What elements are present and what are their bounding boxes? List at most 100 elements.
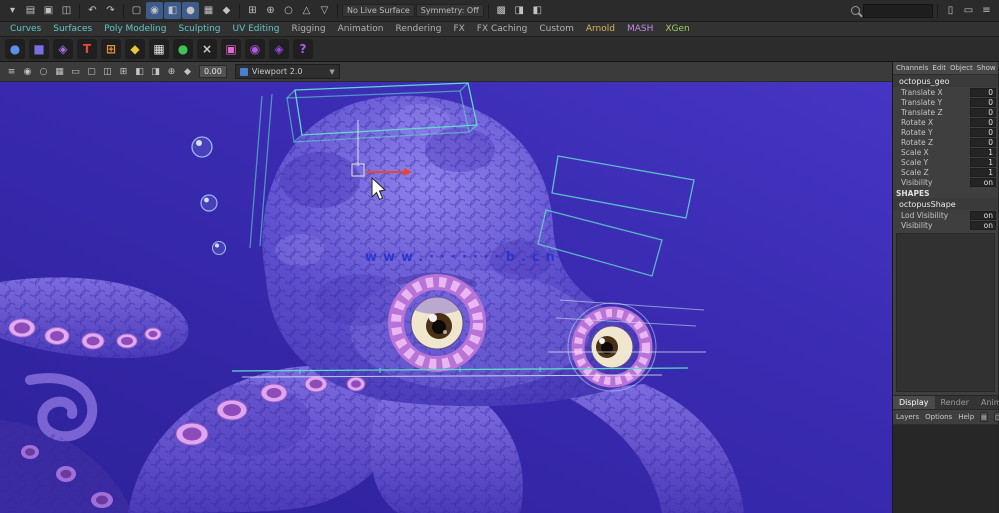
renderer-dropdown[interactable]: Viewport 2.0 ▼	[234, 64, 340, 79]
sidebar-channel-box-icon[interactable]: ≡	[978, 2, 995, 19]
search-input[interactable]	[863, 3, 933, 18]
render-settings-icon[interactable]: ◧	[529, 2, 546, 19]
shelf-tab[interactable]: XGen	[665, 24, 689, 34]
redo-icon[interactable]: ↷	[102, 2, 119, 19]
channel-box-menu-item[interactable]: Object	[950, 64, 973, 72]
safe-title-icon[interactable]: ◨	[148, 64, 163, 79]
shelf-tab[interactable]: Poly Modeling	[104, 24, 166, 34]
shelf-purple-target-icon[interactable]: ◉	[245, 39, 265, 59]
channel-value-field[interactable]: 1	[970, 147, 996, 157]
tentacle-curl[interactable]	[25, 373, 98, 442]
select-component-icon[interactable]: ◧	[164, 2, 181, 19]
shelf-diamond-icon[interactable]: ◆	[125, 39, 145, 59]
menu-set-icon[interactable]: ▾	[4, 2, 21, 19]
lighting-icon[interactable]: ⊕	[164, 64, 179, 79]
channel-value-field[interactable]: on	[970, 210, 996, 220]
channel-value-field[interactable]: 0	[970, 117, 996, 127]
select-object-icon[interactable]: ◉	[146, 2, 163, 19]
safe-action-icon[interactable]: ◧	[132, 64, 147, 79]
channel-value-field[interactable]: 0	[970, 107, 996, 117]
new-scene-icon[interactable]: ▤	[22, 2, 39, 19]
shelf-help-icon[interactable]: ?	[293, 39, 313, 59]
shelf-delete-icon[interactable]: ×	[197, 39, 217, 59]
layer-editor-tab[interactable]: Display	[893, 396, 935, 409]
render-icon[interactable]: ▩	[493, 2, 510, 19]
shelf-checker-icon[interactable]: ▦	[149, 39, 169, 59]
channel-value-field[interactable]: 0	[970, 97, 996, 107]
channel-row[interactable]: Translate Y 0	[893, 97, 998, 107]
shelf-tab[interactable]: Animation	[338, 24, 384, 34]
select-mask-lines-icon[interactable]: ▦	[200, 2, 217, 19]
channel-row[interactable]: Translate X 0	[893, 87, 998, 97]
layers-menu-item[interactable]: Layers	[896, 413, 919, 421]
save-scene-icon[interactable]: ◫	[58, 2, 75, 19]
shelf-tab[interactable]: Rendering	[395, 24, 441, 34]
channel-row[interactable]: Scale Y 1	[893, 157, 998, 167]
viewport[interactable]: ≡ ◉ ○ ▦ ▭ ▢ ◫ ⊞ ◧ ◨ ⊕ ◆ 0.00 Viewport 2.0 ▼	[0, 62, 892, 513]
channel-value-field[interactable]: on	[970, 220, 996, 230]
shelf-star-icon[interactable]: ◈	[53, 39, 73, 59]
layer-editor-tab[interactable]: Anim	[975, 396, 999, 409]
lock-camera-icon[interactable]: ○	[36, 64, 51, 79]
shelf-tab[interactable]: FX Caching	[477, 24, 528, 34]
grid-icon[interactable]: ▦	[52, 64, 67, 79]
resolution-gate-icon[interactable]: ▢	[84, 64, 99, 79]
layer-editor-tab[interactable]: Render	[935, 396, 975, 409]
select-camera-icon[interactable]: ◉	[20, 64, 35, 79]
ipr-render-icon[interactable]: ◨	[511, 2, 528, 19]
snap-point-icon[interactable]: ○	[280, 2, 297, 19]
channel-value-field[interactable]: 0	[970, 127, 996, 137]
select-mask-points-icon[interactable]: ●	[182, 2, 199, 19]
shelf-type-icon[interactable]: T	[77, 39, 97, 59]
shelf-tab[interactable]: Rigging	[291, 24, 325, 34]
snap-grid-icon[interactable]: ⊞	[244, 2, 261, 19]
channel-row[interactable]: Rotate Z 0	[893, 137, 998, 147]
options-menu-item[interactable]: Options	[925, 413, 952, 421]
undo-icon[interactable]: ↶	[84, 2, 101, 19]
gate-mask-icon[interactable]: ◫	[100, 64, 115, 79]
channel-row[interactable]: Visibility on	[893, 177, 998, 187]
new-layer-icon[interactable]: ▤	[980, 412, 988, 422]
octopus-model[interactable]	[0, 82, 892, 513]
live-surface-dropdown[interactable]: No Live Surface	[342, 4, 415, 17]
new-empty-layer-icon[interactable]: ▢	[993, 412, 999, 422]
channel-row[interactable]: Rotate X 0	[893, 117, 998, 127]
shelf-sphere-icon[interactable]: ●	[5, 39, 25, 59]
selected-object-name[interactable]: octopus_geo	[893, 75, 998, 87]
channel-box-menu-item[interactable]: Edit	[932, 64, 946, 72]
layer-list[interactable]	[893, 425, 998, 513]
viewport-scene[interactable]	[0, 82, 892, 513]
panel-menu-icon[interactable]: ≡	[4, 64, 19, 79]
shelf-tab[interactable]: MASH	[627, 24, 653, 34]
shelf-cube-icon[interactable]: ■	[29, 39, 49, 59]
shelf-tab[interactable]: Custom	[539, 24, 573, 34]
shape-node-name[interactable]: octopusShape	[893, 198, 998, 210]
sidebar-attr-editor-icon[interactable]: ▯	[942, 2, 959, 19]
snap-plane-icon[interactable]: △	[298, 2, 315, 19]
channel-value-field[interactable]: 1	[970, 167, 996, 177]
channel-value-field[interactable]: on	[970, 177, 996, 187]
shelf-tab[interactable]: Curves	[10, 24, 41, 34]
snap-surface-icon[interactable]: ▽	[316, 2, 333, 19]
select-hierarchy-icon[interactable]: ▢	[128, 2, 145, 19]
field-chart-icon[interactable]: ⊞	[116, 64, 131, 79]
symmetry-dropdown[interactable]: Symmetry: Off	[415, 4, 484, 17]
help-menu-item[interactable]: Help	[958, 413, 974, 421]
shelf-tab[interactable]: FX	[453, 24, 464, 34]
channel-row[interactable]: Visibility on	[893, 220, 998, 230]
shelf-magenta-grid-icon[interactable]: ▣	[221, 39, 241, 59]
shelf-tab[interactable]: Surfaces	[53, 24, 92, 34]
shelf-green-sphere-icon[interactable]: ●	[173, 39, 193, 59]
channel-row[interactable]: Translate Z 0	[893, 107, 998, 117]
channel-row[interactable]: Lod Visibility on	[893, 210, 998, 220]
channel-value-field[interactable]: 0	[970, 87, 996, 97]
select-mask-faces-icon[interactable]: ◆	[218, 2, 235, 19]
channel-value-field[interactable]: 0	[970, 137, 996, 147]
sidebar-tool-settings-icon[interactable]: ▭	[960, 2, 977, 19]
snap-curve-icon[interactable]: ⊕	[262, 2, 279, 19]
shelf-purple-diamond-icon[interactable]: ◈	[269, 39, 289, 59]
frame-field[interactable]: 0.00	[199, 65, 227, 78]
shelf-tab[interactable]: Arnold	[586, 24, 615, 34]
open-scene-icon[interactable]: ▣	[40, 2, 57, 19]
channel-row[interactable]: Rotate Y 0	[893, 127, 998, 137]
